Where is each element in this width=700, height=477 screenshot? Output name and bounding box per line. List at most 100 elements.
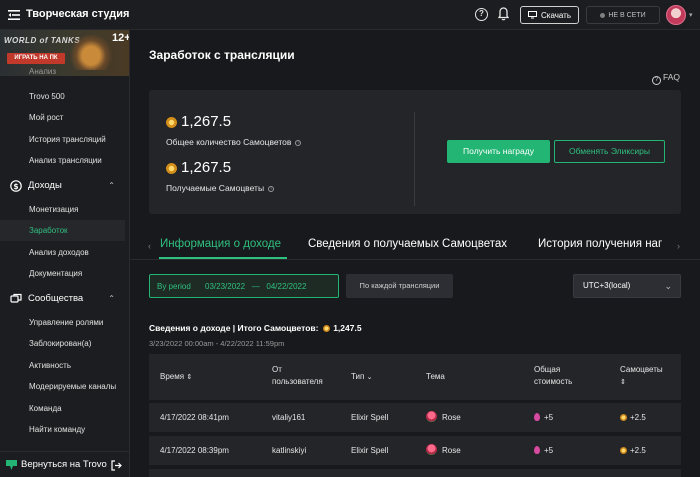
community-icon	[10, 293, 22, 303]
sidebar-item-team[interactable]: Команда	[0, 398, 125, 419]
sidebar-item-monetization[interactable]: Монетизация	[0, 199, 125, 220]
chevron-up-icon: ⌃	[108, 181, 115, 190]
header-type[interactable]: Тип ⌄	[351, 371, 372, 384]
cell-total-value: +5	[544, 413, 554, 422]
sidebar-item-earnings[interactable]: Заработок	[0, 220, 125, 241]
sidebar-item-analytics-partial[interactable]: Анализ	[0, 66, 125, 76]
chevron-left-icon[interactable]: ‹	[148, 241, 151, 251]
received-gems-value: 1,267.5	[181, 159, 232, 176]
header-type-label: Тип	[351, 372, 365, 381]
sidebar-item-role-management[interactable]: Управление ролями	[0, 312, 125, 333]
avatar[interactable]	[666, 5, 686, 25]
chevron-right-icon[interactable]: ›	[674, 241, 680, 251]
tab-receipt-history[interactable]: История получения наг	[538, 238, 662, 250]
question-icon: ?	[652, 76, 661, 85]
income-total: 1,247.5	[333, 323, 362, 333]
download-button[interactable]: Скачать	[520, 6, 579, 24]
back-to-trovo-label: Вернуться на Trovo	[21, 459, 107, 470]
cell-time: 4/17/2022 08:39pm	[160, 446, 229, 455]
total-gems-label: Общее количество Самоцветов?	[166, 137, 302, 147]
header-gems-label: Самоцветы	[620, 365, 663, 374]
gem-icon	[323, 325, 331, 332]
sidebar-item-trovo500[interactable]: Trovo 500	[0, 86, 125, 107]
cell-type: Elixir Spell	[351, 413, 389, 422]
help-icon[interactable]: ?	[475, 8, 488, 21]
sidebar-item-documentation[interactable]: Документация	[0, 263, 125, 284]
cell-topic: Rose	[426, 403, 461, 432]
active-tab-indicator	[159, 257, 287, 259]
game-logo: WORLD of TANKS	[4, 36, 81, 45]
received-gems-label: Получаемые Самоцветы?	[166, 183, 275, 193]
chevron-down-icon[interactable]: ▾	[689, 11, 693, 19]
sidebar-section-community[interactable]: Сообщества ⌃	[0, 288, 125, 310]
table-row: 4/17/2022 08:41pm vitaliy161 Elixir Spel…	[149, 403, 681, 432]
chevron-up-icon: ⌃	[108, 294, 115, 303]
period-date-range[interactable]: 03/23/2022 — 04/22/2022	[205, 282, 306, 291]
sort-icon: ⇕	[620, 379, 626, 386]
total-gems-label-text: Общее количество Самоцветов	[166, 137, 292, 147]
date-separator: —	[251, 282, 260, 291]
sidebar-item-stream-analysis[interactable]: Анализ трансляции	[0, 150, 125, 171]
income-date-range: 3/23/2022 00:00am - 4/22/2022 11:59pm	[149, 339, 285, 348]
sidebar-item-blocked[interactable]: Заблокирован(а)	[0, 333, 125, 354]
bell-icon[interactable]	[498, 7, 509, 21]
online-status-button[interactable]: НЕ В СЕТИ	[586, 6, 660, 24]
dollar-icon: $	[10, 180, 22, 192]
back-to-trovo-link[interactable]: Вернуться на Trovo	[0, 451, 129, 477]
sidebar-item-stream-history[interactable]: История трансляций	[0, 129, 125, 150]
exchange-elixirs-button[interactable]: Обменять Эликсиры	[554, 140, 665, 163]
gems-summary-card: 1,267.5 Общее количество Самоцветов? 1,2…	[149, 90, 681, 214]
header-from-line2: пользователя	[272, 377, 323, 386]
exit-icon	[111, 460, 122, 471]
cell-user[interactable]: katlinskiyi	[272, 436, 306, 465]
sidebar-item-find-team[interactable]: Найти команду	[0, 419, 125, 440]
period-label: By period	[157, 282, 191, 291]
header-topic: Тема	[426, 372, 445, 381]
info-icon[interactable]: ?	[268, 186, 275, 192]
header-from-line1: От	[272, 365, 282, 374]
get-reward-button[interactable]: Получить награду	[447, 140, 550, 163]
cell-total-value: +5	[544, 446, 554, 455]
period-filter[interactable]: By period 03/23/2022 — 04/22/2022	[149, 274, 339, 298]
sidebar-section-income[interactable]: $ Доходы ⌃	[0, 175, 125, 197]
cell-type: Elixir Spell	[351, 446, 389, 455]
gem-icon	[620, 447, 627, 454]
info-icon[interactable]: ?	[295, 140, 302, 146]
cell-total: +5	[534, 403, 553, 432]
elixir-icon	[534, 413, 540, 421]
header-total-value: Общая стоимость	[534, 364, 572, 388]
cell-user[interactable]: vitaliy161	[272, 403, 305, 432]
timezone-select[interactable]: UTC+3(local) ⌄	[573, 274, 681, 298]
header-total-line2: стоимость	[534, 377, 573, 386]
tab-received-gems[interactable]: Сведения о получаемых Самоцветах	[308, 238, 507, 250]
cell-gems-value: +2.5	[630, 446, 646, 455]
sidebar: WORLD of TANKS 12+ ИГРАТЬ НА ПК Анализ T…	[0, 30, 130, 477]
top-bar: Творческая студия ? Скачать НЕ В СЕТИ ▾	[0, 0, 700, 30]
per-stream-button[interactable]: По каждой трансляции	[346, 274, 453, 298]
menu-collapse-icon[interactable]	[8, 9, 20, 21]
received-gems-label-text: Получаемые Самоцветы	[166, 183, 265, 193]
gem-icon	[620, 414, 627, 421]
header-time[interactable]: Время ⇕	[160, 371, 192, 384]
ad-play-button[interactable]: ИГРАТЬ НА ПК	[7, 53, 65, 64]
header-time-label: Время	[160, 372, 185, 381]
header-total-line1: Общая	[534, 365, 561, 374]
sidebar-item-moderated-channels[interactable]: Модерируемые каналы	[0, 376, 125, 397]
faq-link[interactable]: ? FAQ	[652, 72, 680, 85]
rose-icon	[426, 444, 437, 455]
sidebar-item-income-analysis[interactable]: Анализ доходов	[0, 242, 125, 263]
income-summary-prefix: Сведения о доходе | Итого Самоцветов:	[149, 323, 319, 333]
cell-gems: +2.5	[620, 436, 646, 465]
chevron-down-icon: ⌄	[664, 281, 672, 291]
page-title: Заработок с трансляции	[149, 48, 295, 62]
tab-income-info[interactable]: Информация о доходе	[160, 238, 281, 250]
trovo-logo-icon	[6, 460, 17, 470]
chevron-down-icon: ⌄	[366, 374, 373, 381]
svg-text:$: $	[13, 182, 18, 191]
studio-title: Творческая студия	[26, 8, 130, 20]
sidebar-item-activity[interactable]: Активность	[0, 355, 125, 376]
header-gems[interactable]: Самоцветы ⇕	[620, 364, 663, 389]
table-row-partial	[149, 469, 681, 477]
table-header: Время ⇕ От пользователя Тип ⌄ Тема Общая с…	[149, 354, 681, 400]
sidebar-item-my-growth[interactable]: Мой рост	[0, 107, 125, 128]
